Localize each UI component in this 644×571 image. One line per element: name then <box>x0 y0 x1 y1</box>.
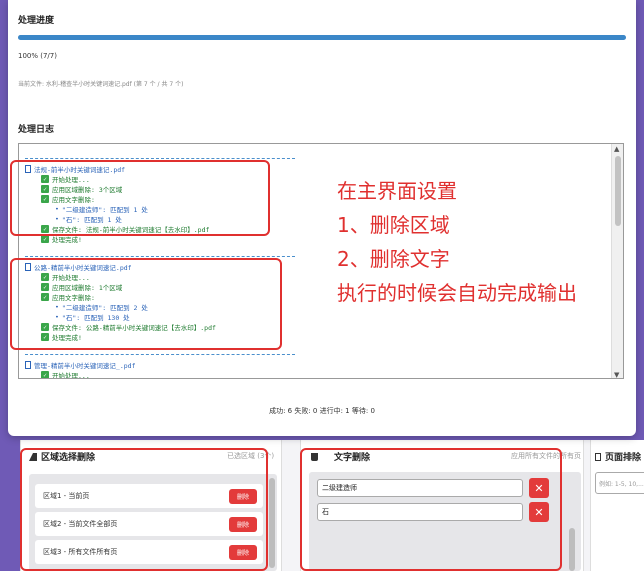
log-line: ✓ 开始处理... <box>41 370 90 378</box>
main-content-area: 区域选择删除 已选区域 (3个) 区域1 - 当前页 删除 区域2 - 当前文件… <box>20 440 644 571</box>
progress-text: 100% (7/7) <box>18 52 57 60</box>
check-icon: ✓ <box>41 371 49 378</box>
main-window-background: 区域选择删除 已选区域 (3个) 区域1 - 当前页 删除 区域2 - 当前文件… <box>0 440 644 571</box>
page-panel-title: 页面排除 <box>605 453 642 463</box>
log-file-line: 管理-精前半小时关键词速记_.pdf <box>25 360 135 370</box>
check-icon: ✓ <box>41 235 49 243</box>
log-separator <box>25 158 295 159</box>
log-separator <box>25 256 295 257</box>
area-list-scrollbar[interactable] <box>269 478 275 568</box>
highlight-box-area-panel <box>20 448 268 571</box>
log-separator <box>25 354 295 355</box>
log-title: 处理日志 <box>18 125 55 135</box>
page-icon <box>595 452 601 461</box>
scroll-up-icon[interactable]: ▲ <box>614 145 619 153</box>
status-summary: 成功: 6 失败: 0 进行中: 1 等待: 0 <box>269 407 375 415</box>
highlight-box-log-block2 <box>10 258 282 350</box>
text-list-scrollbar[interactable] <box>569 528 575 571</box>
processing-dialog: 处理进度 100% (7/7) 当前文件: 水利-稽查半小时关键词速记.pdf … <box>8 0 636 436</box>
progress-title: 处理进度 <box>18 16 55 26</box>
log-scrollbar-thumb[interactable] <box>615 156 621 226</box>
progress-bar-fill <box>18 35 626 40</box>
current-file-text: 当前文件: 水利-稽查半小时关键词速记.pdf (第 7 个 / 共 7 个) <box>18 81 184 88</box>
page-exclude-input[interactable]: 例如: 1-5, 10,... <box>595 472 644 494</box>
progress-bar <box>18 35 626 40</box>
page-exclude-panel: 页面排除 例如: 1-5, 10,... <box>590 440 644 571</box>
highlight-box-log-block1 <box>10 160 270 236</box>
log-scrollbar[interactable]: ▲ ▼ <box>611 144 623 378</box>
highlight-box-text-panel <box>300 448 562 571</box>
scroll-down-icon[interactable]: ▼ <box>614 371 619 378</box>
annotation-text: 在主界面设置 1、删除区域 2、删除文字 执行的时候会自动完成输出 <box>337 179 577 305</box>
document-icon <box>25 361 31 369</box>
